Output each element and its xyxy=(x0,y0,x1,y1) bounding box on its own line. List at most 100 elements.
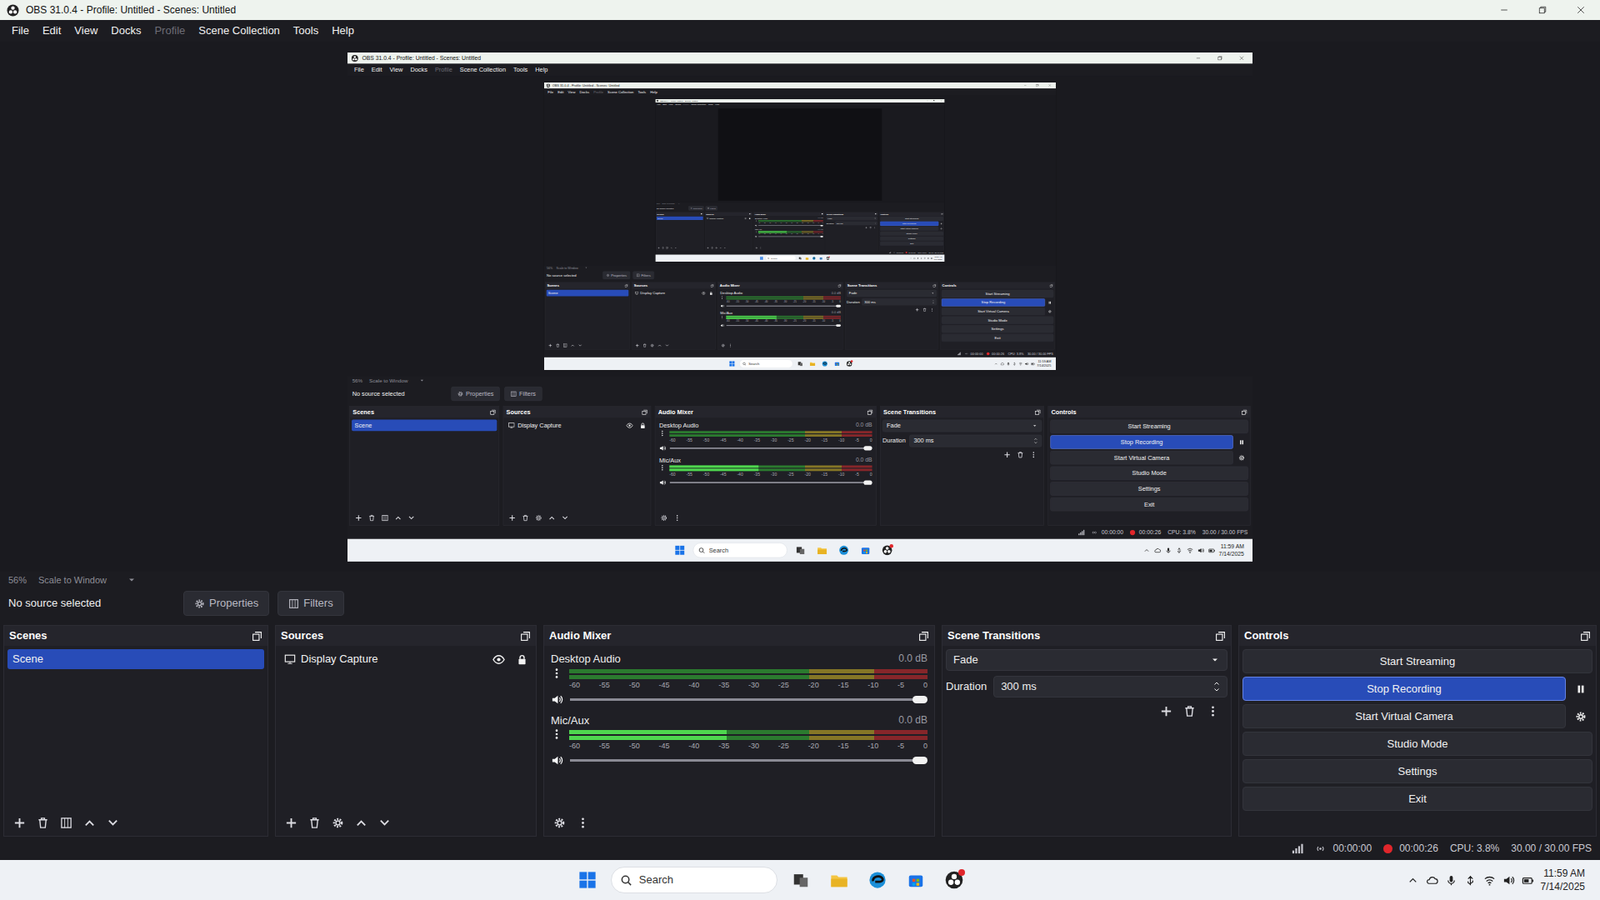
undock-icon[interactable] xyxy=(1035,408,1041,415)
arrow-up-icon[interactable] xyxy=(80,814,98,831)
arrow-down-icon[interactable] xyxy=(723,245,727,250)
mic-icon[interactable] xyxy=(916,256,920,260)
usb-icon[interactable] xyxy=(920,256,923,260)
speaker-icon[interactable] xyxy=(1197,546,1205,554)
control-button[interactable]: Stop Recording xyxy=(880,220,939,225)
pause-button[interactable] xyxy=(1045,298,1054,306)
taskbar-app[interactable] xyxy=(820,358,830,369)
chevron-up-icon[interactable] xyxy=(994,360,999,365)
scale-mode[interactable]: Scale to Window xyxy=(556,265,579,270)
eye-icon[interactable] xyxy=(701,290,706,295)
clock[interactable]: 11:59 AM7/14/2025 xyxy=(1036,359,1053,368)
battery-icon[interactable] xyxy=(1208,546,1215,554)
source-button[interactable]: Properties xyxy=(688,205,705,210)
minimize-icon[interactable] xyxy=(924,98,931,102)
kebab-icon[interactable] xyxy=(755,230,758,233)
config-button[interactable] xyxy=(1045,306,1054,315)
volume-slider[interactable] xyxy=(726,305,841,306)
plus-icon[interactable] xyxy=(1002,449,1012,459)
plus-icon[interactable] xyxy=(507,512,517,522)
gear-icon[interactable] xyxy=(720,341,725,347)
volume-slider[interactable] xyxy=(758,235,824,237)
lock-icon[interactable] xyxy=(748,216,750,219)
speaker-icon[interactable] xyxy=(1025,360,1030,365)
trash-icon[interactable] xyxy=(710,245,715,250)
usb-icon[interactable] xyxy=(1012,360,1017,365)
undock-icon[interactable] xyxy=(1580,630,1591,642)
kebab-icon[interactable] xyxy=(659,464,666,471)
arrow-up-icon[interactable] xyxy=(719,245,723,250)
mic-icon[interactable] xyxy=(1006,360,1011,365)
arrow-down-icon[interactable] xyxy=(932,300,935,304)
mic-icon[interactable] xyxy=(1165,546,1172,554)
start-button[interactable] xyxy=(572,865,603,895)
taskbar-search[interactable]: Search xyxy=(610,866,778,894)
cloud-icon[interactable] xyxy=(1425,874,1439,887)
minimize-icon[interactable] xyxy=(1187,52,1210,65)
scale-mode[interactable]: Scale to Window xyxy=(369,376,408,385)
speaker-icon[interactable] xyxy=(720,303,725,308)
arrow-down-icon[interactable] xyxy=(560,512,570,522)
control-button[interactable]: Start Virtual Camera xyxy=(880,225,939,230)
plus-icon[interactable] xyxy=(914,306,920,312)
arrow-up-icon[interactable] xyxy=(352,814,370,831)
trash-icon[interactable] xyxy=(520,512,530,522)
speaker-icon[interactable] xyxy=(659,444,666,451)
menu-item[interactable]: Help xyxy=(648,88,660,95)
source-item[interactable]: Display Capture xyxy=(505,419,649,431)
undock-icon[interactable] xyxy=(932,283,936,287)
scale-mode-dropdown[interactable]: Scale to Window xyxy=(662,201,680,205)
plus-icon[interactable] xyxy=(353,512,363,522)
speaker-icon[interactable] xyxy=(659,478,666,485)
source-item[interactable]: Display Capture xyxy=(633,289,715,296)
plus-icon[interactable] xyxy=(865,225,869,229)
volume-slider[interactable] xyxy=(570,759,928,762)
duration-input[interactable]: 300 ms xyxy=(835,220,878,225)
speaker-icon[interactable] xyxy=(720,322,725,327)
arrow-up-icon[interactable] xyxy=(656,341,662,347)
volume-handle[interactable] xyxy=(835,323,841,326)
filter-icon[interactable] xyxy=(57,814,75,831)
chevron-up-icon[interactable] xyxy=(1143,546,1150,554)
spin-arrows[interactable] xyxy=(875,221,876,225)
source-button[interactable]: Filters xyxy=(504,386,542,401)
wifi-icon[interactable] xyxy=(1483,874,1496,887)
taskbar-app[interactable] xyxy=(811,255,818,261)
filter-icon[interactable] xyxy=(562,341,568,347)
usb-icon[interactable] xyxy=(1464,874,1477,887)
trash-icon[interactable] xyxy=(366,512,376,522)
control-button[interactable]: Studio Mode xyxy=(1242,731,1593,756)
minimize-icon[interactable] xyxy=(1485,0,1524,20)
eye-icon[interactable] xyxy=(744,216,747,220)
menu-item[interactable]: Edit xyxy=(35,20,68,41)
scale-mode-dropdown[interactable]: Scale to Window xyxy=(556,265,589,270)
restore-icon[interactable] xyxy=(930,98,938,102)
eye-icon[interactable] xyxy=(492,653,505,666)
trash-icon[interactable] xyxy=(641,341,647,347)
undock-icon[interactable] xyxy=(1049,283,1053,287)
chevron-up-icon[interactable] xyxy=(910,256,913,260)
config-button[interactable] xyxy=(939,225,944,230)
arrow-up-icon[interactable] xyxy=(570,341,575,347)
kebab-icon[interactable] xyxy=(759,245,763,250)
undock-icon[interactable] xyxy=(821,212,824,215)
control-button[interactable]: Start Streaming xyxy=(880,215,944,220)
taskbar-app[interactable] xyxy=(795,358,805,369)
scale-mode-dropdown[interactable]: Scale to Window xyxy=(38,573,137,588)
arrow-down-icon[interactable] xyxy=(674,245,678,250)
transition-select[interactable]: Fade xyxy=(846,289,937,296)
volume-handle[interactable] xyxy=(820,235,823,237)
undock-icon[interactable] xyxy=(624,283,628,287)
trash-icon[interactable] xyxy=(921,306,927,312)
trash-icon[interactable] xyxy=(1015,449,1025,459)
volume-handle[interactable] xyxy=(835,304,841,307)
control-button[interactable]: Stop Recording xyxy=(941,298,1045,306)
plus-icon[interactable] xyxy=(657,245,661,250)
taskbar-obs[interactable] xyxy=(878,541,895,559)
source-button[interactable]: Properties xyxy=(450,386,500,401)
config-button[interactable] xyxy=(1569,704,1593,729)
trash-icon[interactable] xyxy=(661,245,665,250)
arrow-up-icon[interactable] xyxy=(670,245,674,250)
menu-item[interactable]: Help xyxy=(325,20,361,41)
taskbar-app[interactable] xyxy=(785,865,816,895)
